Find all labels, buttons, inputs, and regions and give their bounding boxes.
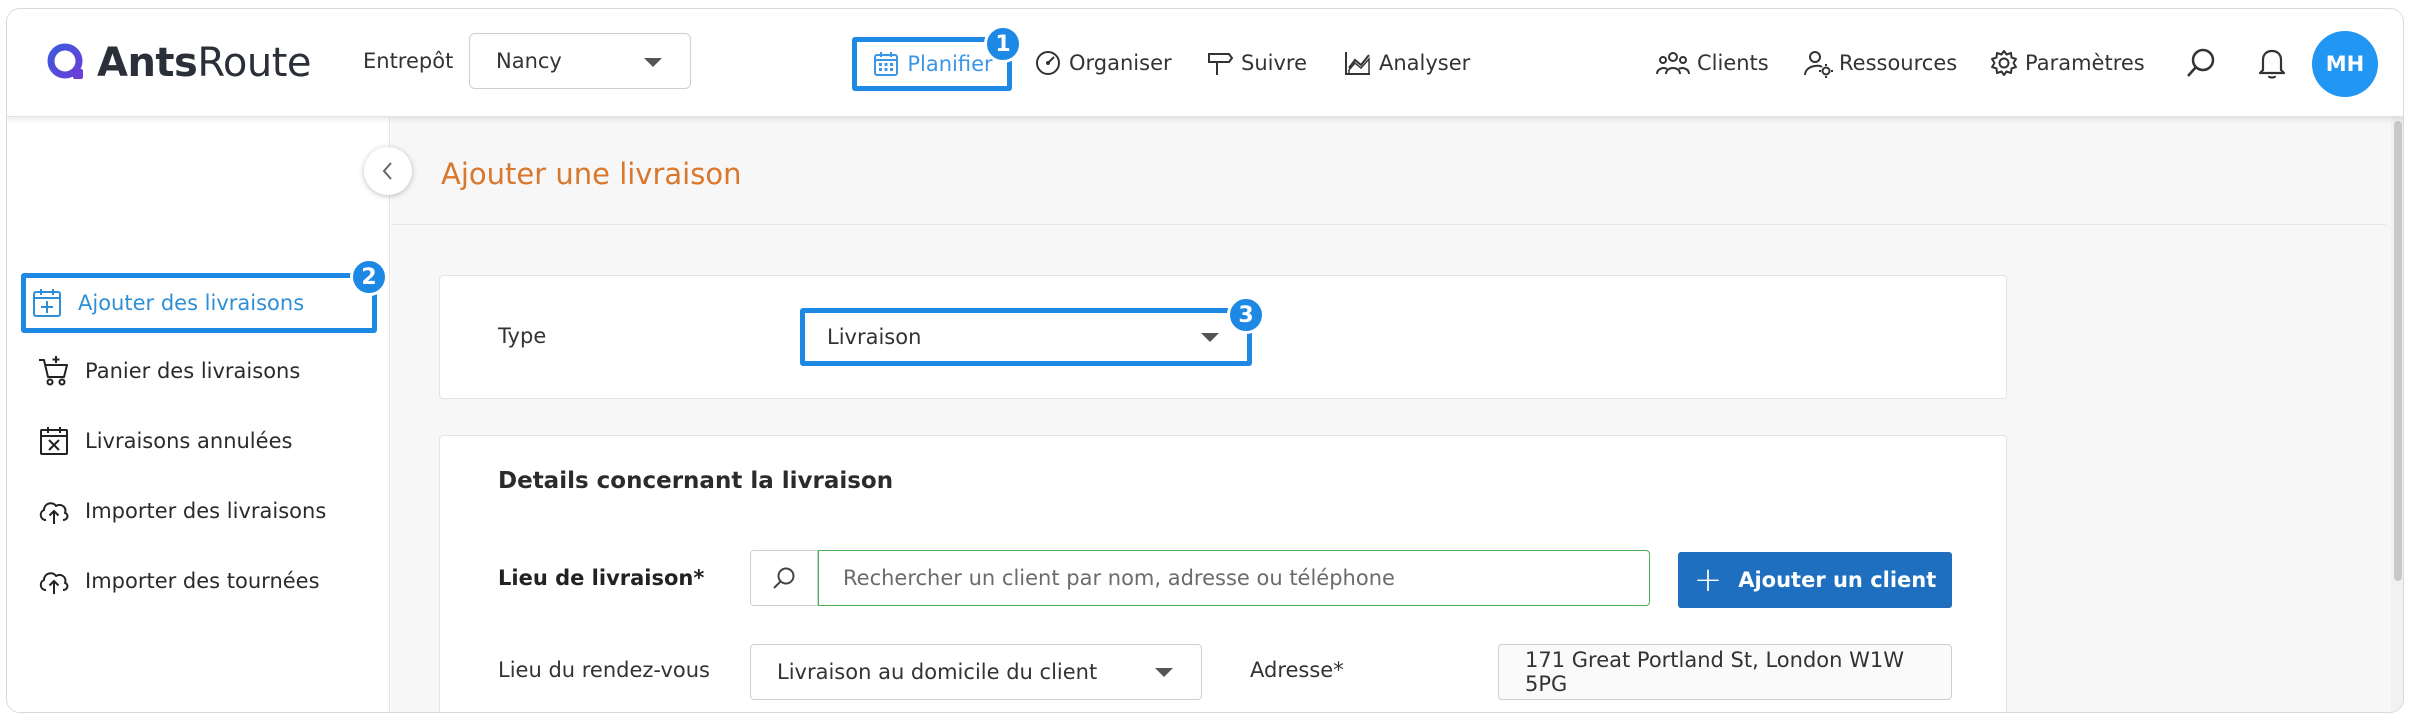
user-gear-icon bbox=[1804, 51, 1833, 78]
add-client-label: Ajouter un client bbox=[1738, 568, 1937, 592]
details-section-title: Details concernant la livraison bbox=[498, 468, 894, 494]
nav-parametres-label: Paramètres bbox=[2025, 51, 2145, 75]
gear-icon bbox=[1991, 50, 2017, 76]
page-scrollbar[interactable] bbox=[2391, 117, 2403, 712]
nav-analyser[interactable]: Analyser bbox=[1343, 9, 1470, 117]
type-card: Type Livraison 3 bbox=[439, 275, 2007, 399]
chevron-down-icon bbox=[1155, 668, 1173, 677]
sidebar: Ajouter des livraisons 2 Panier des livr… bbox=[7, 117, 390, 712]
nav-parametres[interactable]: Paramètres bbox=[1989, 9, 2145, 117]
signpost-icon bbox=[1208, 53, 1234, 75]
rdv-label: Lieu du rendez-vous bbox=[498, 658, 710, 682]
cloud-upload-icon bbox=[39, 572, 69, 594]
plus-icon: + bbox=[1693, 560, 1723, 600]
antsroute-logo[interactable]: AntsRoute bbox=[45, 35, 311, 91]
lieu-livraison-label: Lieu de livraison* bbox=[498, 566, 705, 590]
type-select[interactable]: Livraison bbox=[800, 308, 1252, 366]
speedometer-icon bbox=[1036, 51, 1060, 75]
delivery-details-card: Details concernant la livraison Lieu de … bbox=[439, 435, 2007, 712]
client-search-button[interactable] bbox=[750, 550, 818, 606]
nav-suivre[interactable]: Suivre bbox=[1205, 9, 1307, 117]
nav-planifier-label: Planifier bbox=[907, 52, 993, 76]
chevron-left-icon bbox=[382, 162, 392, 180]
nav-ressources-label: Ressources bbox=[1839, 51, 1958, 75]
user-avatar[interactable]: MH bbox=[2312, 31, 2378, 97]
chevron-down-icon bbox=[644, 58, 662, 67]
bell-icon bbox=[2258, 49, 2286, 79]
sidebar-item-label: Panier des livraisons bbox=[85, 359, 301, 383]
calendar-plus-icon bbox=[33, 289, 61, 317]
sidebar-collapse-button[interactable] bbox=[364, 147, 412, 195]
top-navbar: AntsRoute Entrepôt Nancy Planifier 1 Org… bbox=[7, 9, 2403, 117]
notifications-button[interactable] bbox=[2257, 9, 2293, 117]
search-button[interactable] bbox=[2184, 9, 2224, 117]
main-content: Ajouter une livraison Type Livraison 3 D… bbox=[391, 117, 2391, 712]
sidebar-item-label: Importer des tournées bbox=[85, 569, 320, 593]
adresse-value: 171 Great Portland St, London W1W 5PG bbox=[1525, 648, 1905, 696]
antsroute-logo-icon bbox=[47, 43, 83, 79]
nav-suivre-label: Suivre bbox=[1241, 51, 1307, 75]
nav-clients[interactable]: Clients bbox=[1655, 9, 1769, 117]
adresse-label: Adresse* bbox=[1250, 658, 1344, 682]
adresse-field[interactable]: 171 Great Portland St, London W1W 5PG bbox=[1498, 644, 1952, 700]
sidebar-item-panier-livraisons[interactable]: Panier des livraisons bbox=[33, 341, 373, 401]
sidebar-item-label: Importer des livraisons bbox=[85, 499, 327, 523]
sidebar-item-livraisons-annulees[interactable]: Livraisons annulées bbox=[33, 411, 373, 471]
calendar-x-icon bbox=[40, 427, 68, 455]
search-icon bbox=[773, 567, 795, 589]
nav-organiser[interactable]: Organiser bbox=[1033, 9, 1172, 117]
cart-icon bbox=[39, 356, 68, 386]
sidebar-item-importer-livraisons[interactable]: Importer des livraisons bbox=[33, 481, 373, 541]
warehouse-value: Nancy bbox=[496, 49, 562, 73]
rdv-select[interactable]: Livraison au domicile du client bbox=[750, 644, 1202, 700]
rdv-value: Livraison au domicile du client bbox=[777, 660, 1098, 684]
chevron-down-icon bbox=[1201, 333, 1219, 342]
nav-clients-label: Clients bbox=[1697, 51, 1769, 75]
sidebar-item-label: Livraisons annulées bbox=[85, 429, 293, 453]
step-badge-1: 1 bbox=[984, 25, 1022, 63]
step-badge-3: 3 bbox=[1227, 296, 1265, 334]
sidebar-item-importer-tournees[interactable]: Importer des tournées bbox=[33, 551, 373, 611]
cloud-upload-icon bbox=[39, 502, 69, 524]
type-label: Type bbox=[498, 324, 547, 348]
chart-icon bbox=[1345, 52, 1370, 75]
page-title: Ajouter une livraison bbox=[441, 157, 742, 191]
step-badge-2: 2 bbox=[350, 258, 388, 296]
warehouse-select[interactable]: Nancy bbox=[469, 33, 691, 89]
users-group-icon bbox=[1656, 52, 1690, 75]
page-title-bar: Ajouter une livraison bbox=[391, 117, 2386, 225]
calendar-icon bbox=[874, 52, 899, 76]
client-search-input[interactable] bbox=[818, 550, 1650, 606]
add-client-button[interactable]: + Ajouter un client bbox=[1678, 552, 1952, 608]
scrollbar-thumb[interactable] bbox=[2394, 121, 2402, 581]
nav-analyser-label: Analyser bbox=[1379, 51, 1471, 75]
logo-text: AntsRoute bbox=[97, 40, 311, 86]
sidebar-item-ajouter-livraisons[interactable]: Ajouter des livraisons bbox=[21, 273, 377, 333]
app-window: AntsRoute Entrepôt Nancy Planifier 1 Org… bbox=[6, 8, 2404, 713]
warehouse-label: Entrepôt bbox=[363, 49, 454, 73]
search-icon bbox=[2187, 48, 2215, 77]
type-value: Livraison bbox=[827, 325, 922, 349]
nav-ressources[interactable]: Ressources bbox=[1803, 9, 1957, 117]
sidebar-item-label: Ajouter des livraisons bbox=[78, 291, 305, 315]
nav-organiser-label: Organiser bbox=[1069, 51, 1172, 75]
